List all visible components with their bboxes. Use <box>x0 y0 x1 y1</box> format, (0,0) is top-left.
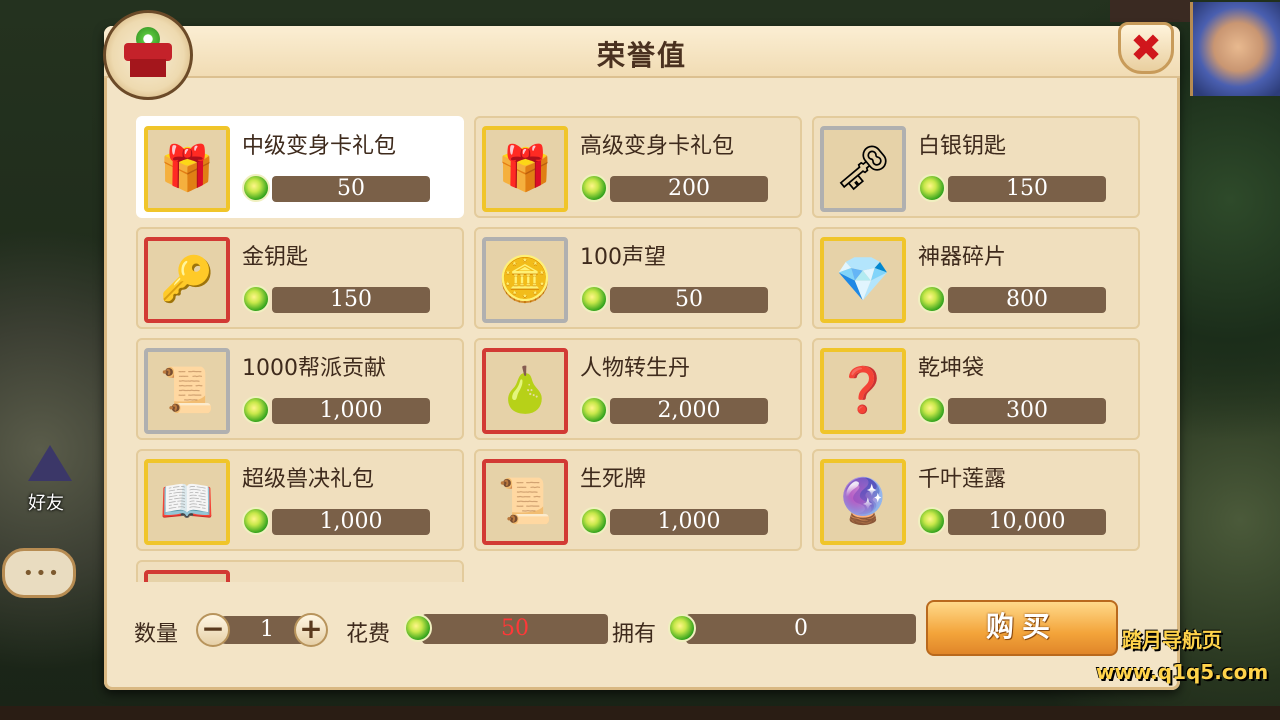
increase-quantity-button[interactable]: + <box>294 613 328 647</box>
plus-icon: + <box>299 612 323 645</box>
item-name: 1000帮派贡献 <box>242 356 386 381</box>
honor-gem-icon <box>242 396 270 424</box>
honor-gem-icon <box>580 285 608 313</box>
item-price: 800 <box>948 287 1106 313</box>
owned-label: 拥有 <box>612 622 657 647</box>
panel-title: 荣誉值 <box>596 39 687 72</box>
honor-gem-icon <box>580 174 608 202</box>
decrease-quantity-button[interactable]: − <box>196 613 230 647</box>
cost-label: 花费 <box>346 622 391 647</box>
item-name: 高级变身卡礼包 <box>580 134 735 159</box>
item-price: 10,000 <box>948 509 1106 535</box>
close-icon: ✖ <box>1130 26 1162 70</box>
item-name: 100声望 <box>580 245 666 270</box>
honor-gem-icon <box>580 396 608 424</box>
chat-bubble-icon: ••• <box>23 563 61 584</box>
shop-item[interactable]: 📖 超级兽决礼包 1,000 <box>136 449 464 551</box>
honor-gem-icon <box>918 174 946 202</box>
shop-item[interactable]: 🗝 白银钥匙 150 <box>812 116 1140 218</box>
watermark-url: www.q1q5.com <box>1096 660 1269 684</box>
item-name: 白银钥匙 <box>918 134 1007 159</box>
player-avatar[interactable] <box>1190 2 1280 96</box>
item-name: 千叶莲露 <box>918 467 1007 492</box>
buy-button[interactable]: 购买 <box>926 600 1118 656</box>
shop-item[interactable]: 🔑 金钥匙 150 <box>136 227 464 329</box>
item-name: 神器碎片 <box>918 245 1007 270</box>
shop-item[interactable]: 📜 1000帮派贡献 1,000 <box>136 338 464 440</box>
partial-item-icon <box>144 570 230 582</box>
scroll-book-icon: 📖 <box>144 459 230 545</box>
prestige-coin-icon: 🪙 <box>482 237 568 323</box>
shop-counter-icon <box>130 59 166 77</box>
honor-gem-icon <box>242 285 270 313</box>
honor-gem-icon <box>918 396 946 424</box>
item-name: 生死牌 <box>580 467 647 492</box>
item-price: 150 <box>948 176 1106 202</box>
item-list[interactable]: 🎁 中级变身卡礼包 50 🎁 高级变身卡礼包 200 🗝 白银钥匙 150 🔑 金钥匙 150 🪙 100… <box>136 116 1146 582</box>
shop-item[interactable]: 🎁 中级变身卡礼包 50 <box>136 116 464 218</box>
purple-scroll-icon: 📜 <box>482 459 568 545</box>
gold-key-icon: 🔑 <box>144 237 230 323</box>
item-price: 2,000 <box>610 398 768 424</box>
honor-gem-icon <box>580 507 608 535</box>
honor-gem-icon <box>242 507 270 535</box>
shop-item[interactable]: 💎 神器碎片 800 <box>812 227 1140 329</box>
honor-gem-icon <box>668 614 696 642</box>
item-price: 300 <box>948 398 1106 424</box>
cost-value: 50 <box>422 614 608 644</box>
crystal-shard-icon: 💎 <box>820 237 906 323</box>
chat-button[interactable]: ••• <box>2 548 76 598</box>
quantity-label: 数量 <box>134 622 179 647</box>
gift-bag-icon: 🎁 <box>144 126 230 212</box>
owned-value: 0 <box>686 614 916 644</box>
item-name: 人物转生丹 <box>580 356 691 381</box>
shop-item[interactable]: 📜 生死牌 1,000 <box>474 449 802 551</box>
silver-key-icon: 🗝 <box>820 126 906 212</box>
lotus-orb-icon: 🔮 <box>820 459 906 545</box>
minus-icon: − <box>201 612 225 645</box>
item-price: 150 <box>272 287 430 313</box>
item-price: 1,000 <box>272 509 430 535</box>
panel-titlebar: 荣誉值 <box>104 26 1180 78</box>
experience-bar <box>0 706 1280 720</box>
item-price: 200 <box>610 176 768 202</box>
item-name: 金钥匙 <box>242 245 309 270</box>
honor-gem-icon <box>242 174 270 202</box>
hat-icon <box>28 445 72 481</box>
gourd-icon: 🍐 <box>482 348 568 434</box>
friends-label: 好友 <box>28 493 64 514</box>
item-name: 中级变身卡礼包 <box>242 134 397 159</box>
mystery-orb-icon: ❓ <box>820 348 906 434</box>
shop-item[interactable]: 🔮 千叶莲露 10,000 <box>812 449 1140 551</box>
watermark-title: 踏月导航页 <box>1122 628 1222 652</box>
item-price: 50 <box>272 176 430 202</box>
shop-item[interactable]: 🎁 高级变身卡礼包 200 <box>474 116 802 218</box>
shop-icon <box>103 10 193 100</box>
shop-item[interactable] <box>136 560 464 582</box>
top-status-strip <box>1110 0 1190 22</box>
shop-item[interactable]: ❓ 乾坤袋 300 <box>812 338 1140 440</box>
friends-button[interactable]: 好友 <box>14 445 86 515</box>
item-name: 超级兽决礼包 <box>242 467 375 492</box>
shop-item[interactable]: 🍐 人物转生丹 2,000 <box>474 338 802 440</box>
purchase-footer: 数量 1 − + 花费 50 拥有 0 购买 <box>104 596 1180 666</box>
honor-gem-icon <box>918 285 946 313</box>
item-price: 50 <box>610 287 768 313</box>
guild-token-icon: 📜 <box>144 348 230 434</box>
honor-gem-icon <box>404 614 432 642</box>
close-button[interactable]: ✖ <box>1118 22 1174 74</box>
item-price: 1,000 <box>272 398 430 424</box>
item-name: 乾坤袋 <box>918 356 985 381</box>
gift-bag-icon: 🎁 <box>482 126 568 212</box>
honor-gem-icon <box>918 507 946 535</box>
item-price: 1,000 <box>610 509 768 535</box>
shop-item[interactable]: 🪙 100声望 50 <box>474 227 802 329</box>
